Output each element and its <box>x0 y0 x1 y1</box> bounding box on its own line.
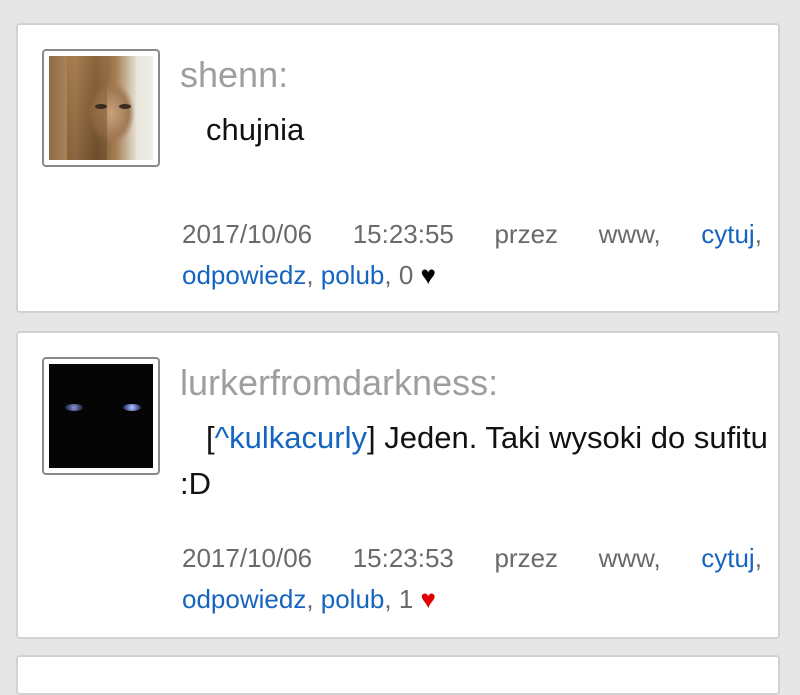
like-count: 0 <box>398 260 414 290</box>
avatar[interactable] <box>42 49 160 167</box>
avatar-image <box>49 56 153 160</box>
via-source: www, <box>598 543 661 573</box>
post-card: lurkerfromdarkness: [^kulkacurly] Jeden.… <box>16 331 780 639</box>
mention-link[interactable]: ^kulkacurly <box>215 420 367 455</box>
post-meta: 2017/10/06 15:23:55 przez www, cytuj, od… <box>182 214 762 296</box>
post-date: 2017/10/06 <box>182 543 313 573</box>
post-card: shenn: chujnia 2017/10/06 15:23:55 przez… <box>16 23 780 313</box>
post-time: 15:23:55 <box>352 219 454 249</box>
heart-icon: ♥ <box>420 584 436 614</box>
mention-bracket-close: ] <box>367 420 376 455</box>
post-meta: 2017/10/06 15:23:53 przez www, cytuj, od… <box>182 538 762 620</box>
avatar-image <box>49 364 153 468</box>
mention-bracket-open: [ <box>206 420 215 455</box>
heart-icon: ♥ <box>420 260 436 290</box>
via-source: www, <box>598 219 661 249</box>
post-card <box>16 655 780 695</box>
via-label: przez <box>494 543 559 573</box>
avatar[interactable] <box>42 357 160 475</box>
like-link[interactable]: polub <box>321 584 385 614</box>
quote-link[interactable]: cytuj <box>701 219 754 249</box>
post-text: chujnia <box>206 112 305 147</box>
like-count: 1 <box>398 584 414 614</box>
reply-link[interactable]: odpowiedz <box>182 584 306 614</box>
post-date: 2017/10/06 <box>182 219 313 249</box>
post-time: 15:23:53 <box>352 543 454 573</box>
via-label: przez <box>494 219 559 249</box>
post-username[interactable]: shenn: <box>180 54 288 96</box>
post-username[interactable]: lurkerfromdarkness: <box>180 362 498 404</box>
post-content: [^kulkacurly] Jeden. Taki wysoki do sufi… <box>180 415 770 507</box>
quote-link[interactable]: cytuj <box>701 543 754 573</box>
like-link[interactable]: polub <box>321 260 385 290</box>
reply-link[interactable]: odpowiedz <box>182 260 306 290</box>
post-content: chujnia <box>180 107 770 153</box>
